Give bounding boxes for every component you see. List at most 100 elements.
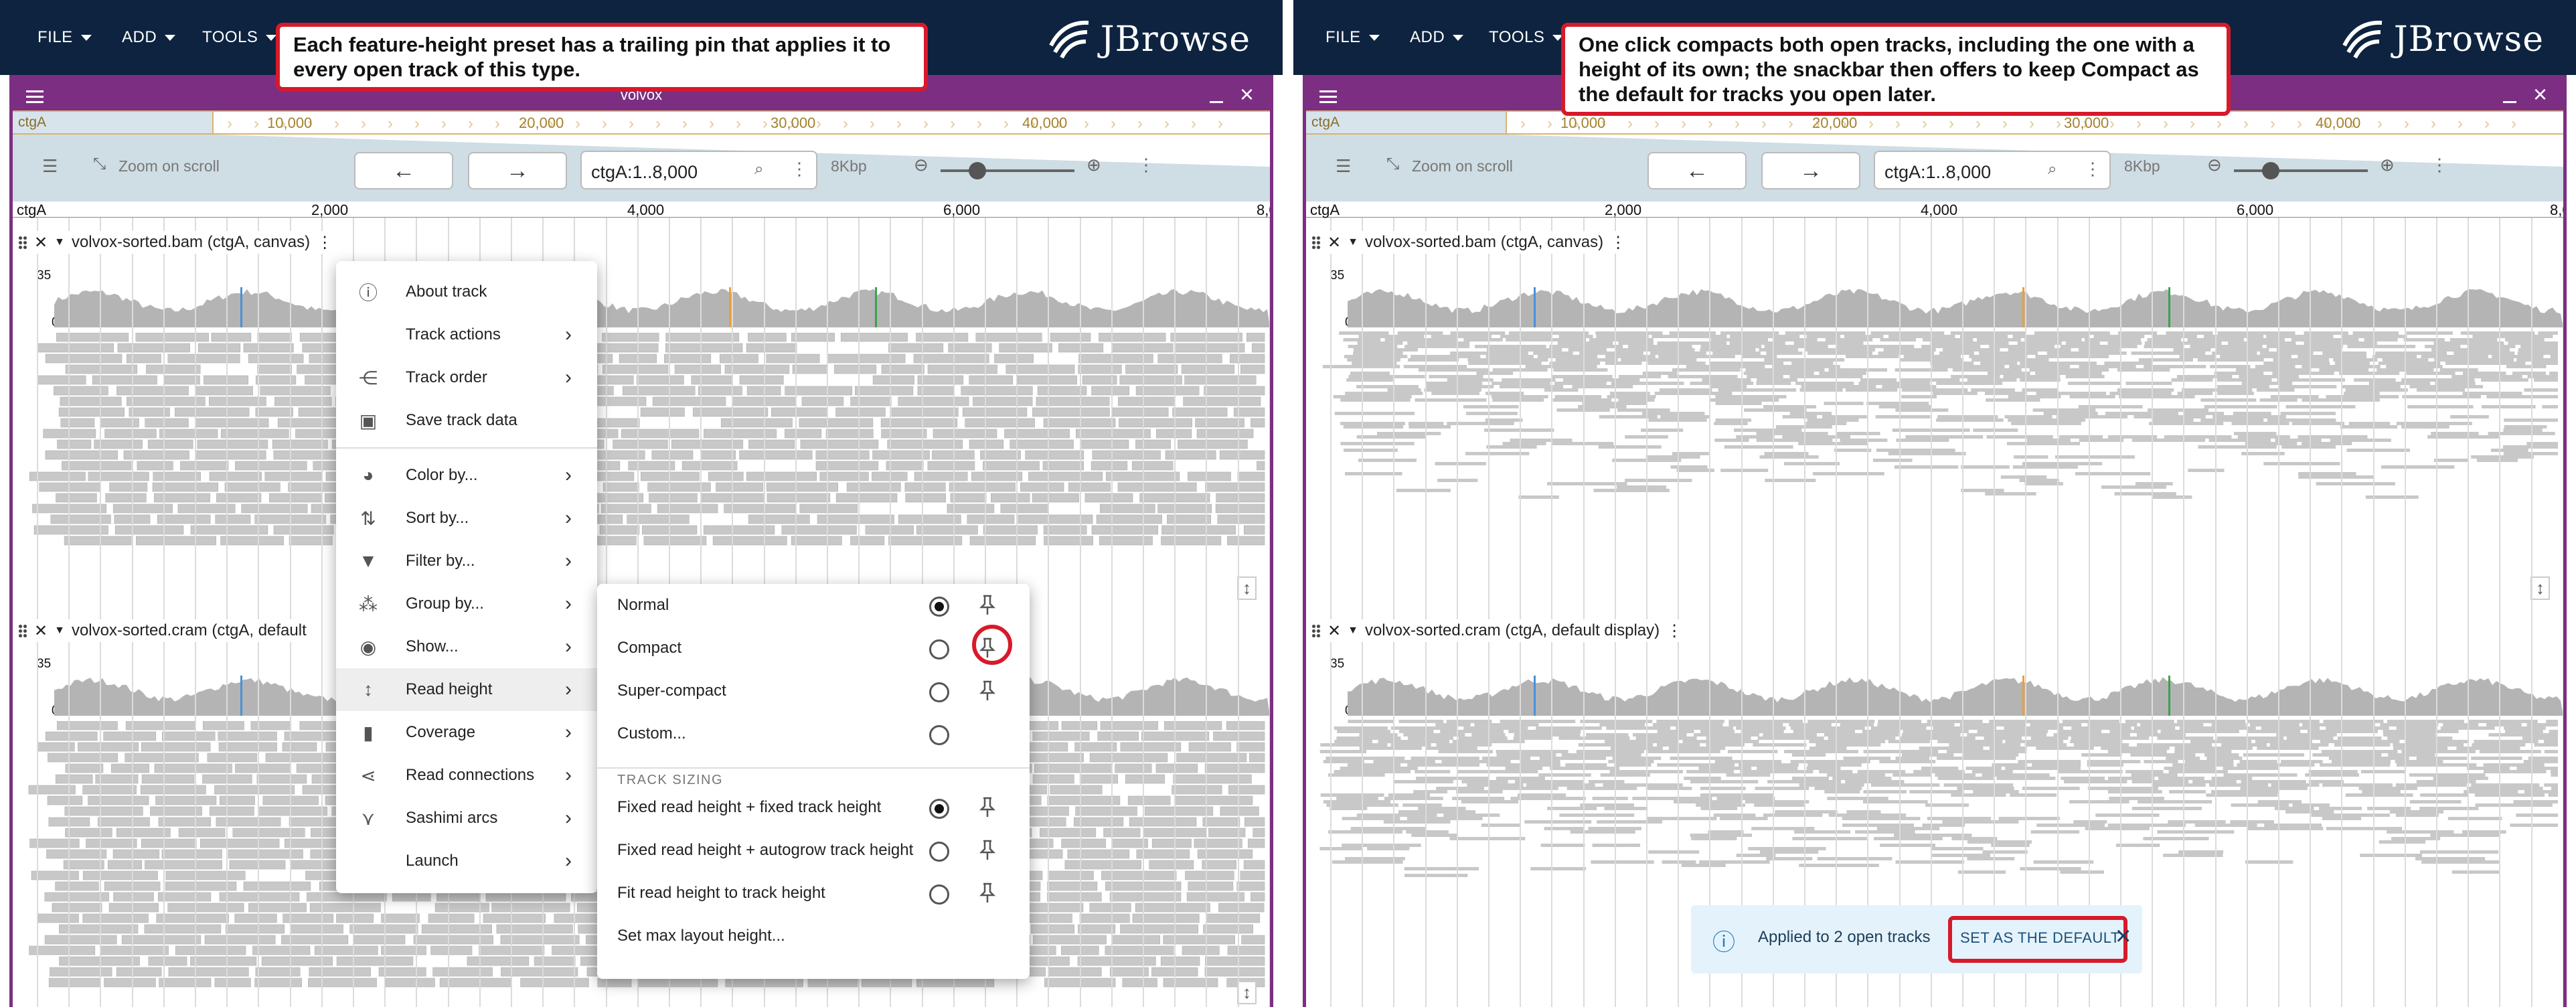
- menu-item-read-height[interactable]: ↕ Read height ›: [336, 668, 597, 711]
- close-view-icon[interactable]: ×: [1240, 81, 1254, 108]
- drag-handle-icon[interactable]: [1311, 624, 1321, 637]
- search-icon[interactable]: ⌕: [754, 160, 763, 179]
- track-resize-handle-icon[interactable]: ↕: [1237, 576, 1257, 600]
- add-menu-button[interactable]: ADD: [1410, 28, 1464, 47]
- track-menu-icon[interactable]: ⋮: [1610, 233, 1626, 252]
- location-search-input[interactable]: ctgA:1..8,000 ⌕ ⋮: [1874, 151, 2111, 189]
- track-menu-icon[interactable]: ⋮: [317, 233, 333, 252]
- zoom-on-scroll-label[interactable]: Zoom on scroll: [1412, 157, 1513, 175]
- more-vert-icon[interactable]: ⋮: [2084, 159, 2101, 179]
- read-alignment: [1089, 903, 1131, 913]
- zoom-out-icon[interactable]: ⊖: [2207, 155, 2222, 175]
- close-track-icon[interactable]: ✕: [1327, 621, 1341, 641]
- menu-item-color-by[interactable]: ◕ Color by... ›: [336, 454, 597, 497]
- zoom-in-icon[interactable]: ⊕: [1086, 155, 1101, 175]
- menu-item-about-track[interactable]: ⓘ About track: [336, 270, 597, 313]
- close-track-icon[interactable]: ✕: [1327, 233, 1341, 252]
- zoom-on-scroll-icon[interactable]: ⤡: [93, 155, 106, 173]
- pin-icon[interactable]: [979, 840, 996, 861]
- pan-right-button[interactable]: →: [468, 152, 567, 189]
- zoom-slider[interactable]: [2234, 169, 2368, 172]
- menu-item-show[interactable]: ◉ Show... ›: [336, 625, 597, 668]
- track-resize-handle-icon[interactable]: ↕: [1237, 981, 1257, 1004]
- collapse-icon[interactable]: ▼: [1348, 236, 1358, 248]
- set-max-layout-height[interactable]: Set max layout height...: [597, 915, 1030, 957]
- sizing-fixed-autogrow[interactable]: Fixed read height + autogrow track heigh…: [597, 829, 1030, 872]
- zoom-slider-thumb[interactable]: [969, 162, 986, 179]
- sizing-fit[interactable]: Fit read height to track height: [597, 872, 1030, 915]
- file-menu-button[interactable]: FILE: [1325, 28, 1380, 47]
- radio-unselected-icon[interactable]: [929, 639, 949, 660]
- minimize-icon[interactable]: [2503, 101, 2516, 103]
- collapse-icon[interactable]: ▼: [54, 625, 65, 637]
- preset-compact[interactable]: Compact: [597, 625, 1030, 670]
- tools-menu-button[interactable]: TOOLS: [1489, 28, 1564, 47]
- zoom-slider[interactable]: [941, 169, 1074, 172]
- overview-chevron: ›: [334, 114, 339, 133]
- pan-right-button[interactable]: →: [1761, 152, 1860, 189]
- minimize-icon[interactable]: [1210, 101, 1223, 103]
- drag-handle-icon[interactable]: [18, 624, 27, 637]
- set-as-default-button[interactable]: SET AS THE DEFAULT: [1960, 929, 2120, 947]
- drag-handle-icon[interactable]: [1311, 236, 1321, 249]
- overview-scale-bar[interactable]: ctgA › › › › › › › › › › › › › › › › › › › › › › › › › › › › › › › › › › ›…: [13, 110, 1270, 135]
- location-search-input[interactable]: ctgA:1..8,000 ⌕ ⋮: [580, 151, 817, 189]
- track-selector-icon[interactable]: ☰: [42, 156, 58, 177]
- radio-selected-icon[interactable]: [929, 799, 949, 819]
- read-alignment: [1348, 375, 1425, 378]
- zoom-on-scroll-label[interactable]: Zoom on scroll: [118, 157, 220, 175]
- read-alignment: [1807, 763, 1862, 767]
- pan-left-button[interactable]: ←: [354, 152, 453, 189]
- tools-menu-button[interactable]: TOOLS: [202, 28, 277, 47]
- close-track-icon[interactable]: ✕: [34, 621, 48, 641]
- menu-item-launch[interactable]: Launch ›: [336, 840, 597, 882]
- more-vert-icon[interactable]: ⋮: [791, 159, 808, 179]
- drag-handle-icon[interactable]: [18, 236, 27, 249]
- close-track-icon[interactable]: ✕: [34, 233, 48, 252]
- more-vert-icon[interactable]: ⋮: [2431, 155, 2448, 175]
- menu-item-coverage[interactable]: ▮ Coverage ›: [336, 711, 597, 754]
- track-menu-icon[interactable]: ⋮: [1666, 621, 1682, 641]
- radio-unselected-icon[interactable]: [929, 842, 949, 862]
- menu-item-track-order[interactable]: ⋲ Track order ›: [336, 356, 597, 399]
- menu-item-sort-by[interactable]: ⇅ Sort by... ›: [336, 497, 597, 540]
- track-selector-icon[interactable]: ☰: [1336, 156, 1351, 177]
- read-alignment: [1044, 536, 1093, 546]
- close-snackbar-icon[interactable]: ×: [2115, 921, 2131, 951]
- zoom-in-icon[interactable]: ⊕: [2380, 155, 2395, 175]
- read-alignment: [850, 536, 885, 546]
- file-menu-button[interactable]: FILE: [37, 28, 92, 47]
- radio-unselected-icon[interactable]: [929, 682, 949, 702]
- menu-item-track-actions[interactable]: Track actions ›: [336, 313, 597, 356]
- pin-icon[interactable]: [979, 797, 996, 818]
- pin-icon[interactable]: [979, 595, 996, 616]
- pan-left-button[interactable]: ←: [1647, 152, 1747, 189]
- preset-super-compact[interactable]: Super-compact: [597, 670, 1030, 712]
- read-alignment: [1842, 824, 1914, 827]
- preset-normal[interactable]: Normal: [597, 584, 1030, 627]
- menu-item-save-track-data[interactable]: ▣ Save track data: [336, 399, 597, 442]
- menu-item-filter-by[interactable]: ▼ Filter by... ›: [336, 540, 597, 583]
- track-resize-handle-icon[interactable]: ↕: [2530, 576, 2550, 600]
- read-alignment: [1744, 408, 1807, 412]
- radio-unselected-icon[interactable]: [929, 884, 949, 905]
- sizing-fixed-fixed[interactable]: Fixed read height + fixed track height: [597, 786, 1030, 829]
- close-view-icon[interactable]: ×: [2533, 81, 2547, 108]
- read-alignment: [1936, 382, 2003, 385]
- menu-item-read-connections[interactable]: ⋖ Read connections ›: [336, 754, 597, 797]
- pin-icon[interactable]: [979, 680, 996, 702]
- menu-item-group-by[interactable]: ⁂ Group by... ›: [336, 583, 597, 625]
- zoom-slider-thumb[interactable]: [2262, 162, 2279, 179]
- search-icon[interactable]: ⌕: [2048, 160, 2057, 179]
- collapse-icon[interactable]: ▼: [1348, 625, 1358, 637]
- more-vert-icon[interactable]: ⋮: [1137, 155, 1155, 175]
- collapse-icon[interactable]: ▼: [54, 236, 65, 248]
- preset-custom[interactable]: Custom...: [597, 712, 1030, 755]
- zoom-on-scroll-icon[interactable]: ⤡: [1386, 155, 1399, 173]
- radio-selected-icon[interactable]: [929, 597, 949, 617]
- zoom-out-icon[interactable]: ⊖: [914, 155, 929, 175]
- radio-unselected-icon[interactable]: [929, 725, 949, 745]
- menu-item-sashimi-arcs[interactable]: ⋎ Sashimi arcs ›: [336, 797, 597, 840]
- pin-icon[interactable]: [979, 882, 996, 904]
- add-menu-button[interactable]: ADD: [122, 28, 176, 47]
